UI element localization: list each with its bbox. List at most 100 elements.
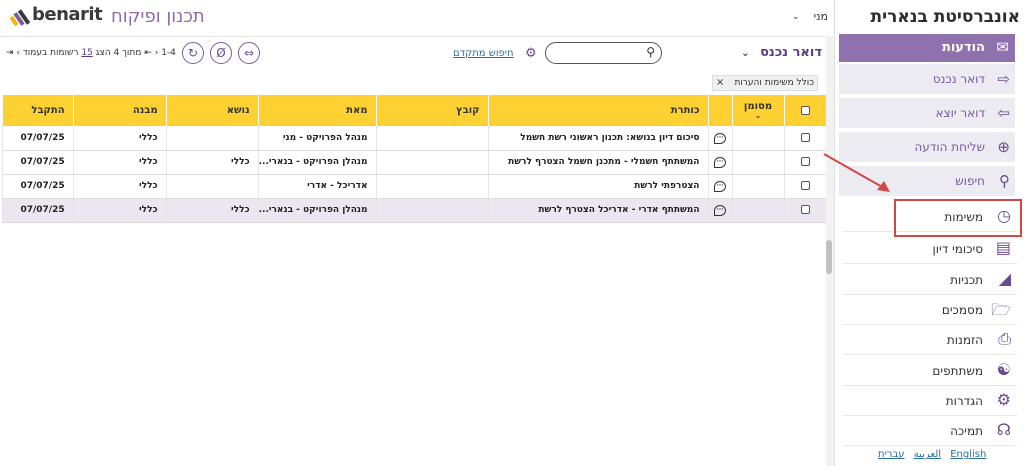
chevron-down-icon: ⌄ <box>792 12 800 22</box>
row-type-cell: ··· <box>707 126 732 151</box>
sidebar-item-inbox[interactable]: ⇨ דואר נכנס <box>839 64 1015 96</box>
sidebar-item-orders[interactable]: ⎙ הזמנות <box>843 325 1017 355</box>
language-link[interactable]: English <box>950 449 986 460</box>
search-input[interactable] <box>552 46 640 60</box>
sidebar-item-support[interactable]: ☊ תמיכה <box>843 416 1017 446</box>
message-bubble-icon: ··· <box>714 205 726 216</box>
brand-logo-icon <box>10 9 31 26</box>
pager-total: 4 <box>113 48 120 58</box>
sidebar-item-search[interactable]: ⚲ חיפוש <box>839 166 1015 198</box>
sidebar-item-plans[interactable]: ◢ תכניות <box>843 265 1017 295</box>
row-select[interactable] <box>783 198 826 223</box>
row-received: 07/07/25 <box>2 174 74 199</box>
sidebar-item-settings[interactable]: ⚙ הגדרות <box>843 386 1017 416</box>
column-header-file[interactable]: קובץ <box>375 95 488 126</box>
brand-name: benarit <box>32 4 103 25</box>
envelope-icon: ✉ <box>996 38 1009 56</box>
row-file <box>375 198 488 223</box>
row-checkbox[interactable] <box>800 181 810 190</box>
search-box[interactable]: ⚲ <box>545 42 662 64</box>
message-list-panel: 1-4 ‹ ⇤ מתוך 4 הצג 15 רשומות בעמוד › ⇥ ↻… <box>0 36 828 466</box>
row-type-cell: ··· <box>707 150 732 175</box>
chevron-down-icon: ⌄ <box>741 48 750 59</box>
folder-title: דואר נכנס <box>760 45 822 60</box>
language-link[interactable]: العربية <box>914 449 941 460</box>
table-row[interactable]: ··· המשתתף אדרי - אדריכל הצטרף לרשת מנהל… <box>2 198 826 223</box>
pager-first-button[interactable]: ⇤ <box>144 48 152 58</box>
row-subject <box>165 126 259 151</box>
column-header-structure[interactable]: מבנה <box>72 95 167 126</box>
row-from: מנהל הפרויקט - מני <box>257 126 376 151</box>
per-page-select[interactable]: 15 <box>81 48 92 58</box>
row-flag-cell[interactable] <box>731 198 784 223</box>
close-icon[interactable]: × <box>716 76 724 90</box>
columns-button[interactable]: ⇔ <box>238 42 260 64</box>
folder-dropdown[interactable]: דואר נכנס ⌄ <box>712 45 822 63</box>
hide-read-button[interactable]: Ø <box>210 42 232 64</box>
outbox-icon: ⇦ <box>997 104 1010 122</box>
sidebar-item-outbox[interactable]: ⇦ דואר יוצא <box>839 98 1015 130</box>
pager-prev-button[interactable]: ‹ <box>152 48 159 58</box>
column-header-subject[interactable]: נושא <box>165 95 259 126</box>
user-menu[interactable]: ⌄ מני <box>792 10 828 26</box>
table-row[interactable]: ··· סיכום דיון בנושא: תכנון ראשוני רשת ח… <box>2 126 826 151</box>
row-flag-cell[interactable] <box>731 150 784 175</box>
row-structure: כללי <box>72 126 167 151</box>
refresh-icon: ↻ <box>187 46 199 60</box>
row-flag-cell[interactable] <box>731 174 784 199</box>
row-file <box>375 150 488 175</box>
sidebar-item-label: חיפוש <box>955 174 985 188</box>
row-structure: כללי <box>72 174 167 199</box>
filter-chip[interactable]: כולל משימות והערות × <box>712 75 818 91</box>
column-header-from[interactable]: מאת <box>257 95 376 126</box>
ruler-icon: ◢ <box>998 269 1011 288</box>
language-link[interactable]: עברית <box>878 449 905 460</box>
sidebar-item-send-message[interactable]: ⊕ שליחת הודעה <box>839 132 1015 164</box>
row-checkbox[interactable] <box>800 157 810 166</box>
clock-icon: ◷ <box>997 206 1011 225</box>
row-select[interactable] <box>783 150 826 175</box>
sidebar-item-label: הזמנות <box>946 333 983 347</box>
column-header-received[interactable]: התקבל <box>2 95 74 126</box>
sidebar-item-documents[interactable]: 🗁 מסמכים <box>843 295 1017 325</box>
select-all-checkbox[interactable] <box>800 105 810 115</box>
sidebar-item-label: מסמכים <box>941 303 983 317</box>
sidebar-item-participants[interactable]: ☯ משתתפים <box>843 356 1017 386</box>
column-header-title[interactable]: כותרת <box>487 95 708 126</box>
table-row[interactable]: ··· הצטרפתי לרשת אדריכל - אדרי כללי 07/0… <box>2 174 826 199</box>
pager-last-button[interactable]: ⇥ <box>6 48 14 58</box>
table-row[interactable]: ··· המשתתף חשמלי - מתכנן חשמל הצטרף לרשת… <box>2 150 826 175</box>
messages-table: מסומן ⌄ כותרת קובץ מאת נושא מבנה התקבל ··… <box>2 95 826 223</box>
row-subject <box>165 174 259 199</box>
row-select[interactable] <box>783 126 826 151</box>
row-subject: כללי <box>165 198 259 223</box>
pager-of-label: מתוך <box>122 48 142 58</box>
top-bar: benarit תכנון ופיקוח ⌄ מני <box>0 0 834 36</box>
sidebar-item-label: הודעות <box>941 40 985 55</box>
row-checkbox[interactable] <box>800 205 810 214</box>
row-structure: כללי <box>72 198 167 223</box>
sidebar-item-meeting-summaries[interactable]: ▤ סיכומי דיון <box>843 234 1017 264</box>
filter-chip-label: כולל משימות והערות <box>734 78 814 88</box>
select-all-header[interactable] <box>783 95 826 126</box>
filter-sliders-icon[interactable]: ⚙ <box>525 46 541 62</box>
row-checkbox[interactable] <box>800 132 810 142</box>
sidebar-item-tasks[interactable]: ◷ משימות <box>843 202 1017 232</box>
column-header-flag[interactable]: מסומן ⌄ <box>731 95 784 126</box>
scrollbar-thumb[interactable] <box>826 240 832 274</box>
advanced-search-link[interactable]: חיפוש מתקדם <box>453 48 514 59</box>
message-bubble-icon: ··· <box>714 132 726 144</box>
row-flag-cell[interactable] <box>731 126 784 151</box>
row-structure: כללי <box>72 150 167 175</box>
sidebar-item-label: משימות <box>944 210 983 224</box>
refresh-button[interactable]: ↻ <box>182 42 204 64</box>
pager-next-button[interactable]: › <box>14 48 20 58</box>
search-icon: ⚲ <box>646 45 655 59</box>
list-toolbar: 1-4 ‹ ⇤ מתוך 4 הצג 15 רשומות בעמוד › ⇥ ↻… <box>0 37 828 71</box>
row-select[interactable] <box>783 174 826 199</box>
row-title: המשתתף אדרי - אדריכל הצטרף לרשת <box>487 198 708 223</box>
active-filters: כולל משימות והערות × <box>0 75 828 95</box>
row-received: 07/07/25 <box>2 198 74 223</box>
row-received: 07/07/25 <box>2 150 74 175</box>
sidebar-item-messages[interactable]: ✉ הודעות <box>839 34 1015 62</box>
